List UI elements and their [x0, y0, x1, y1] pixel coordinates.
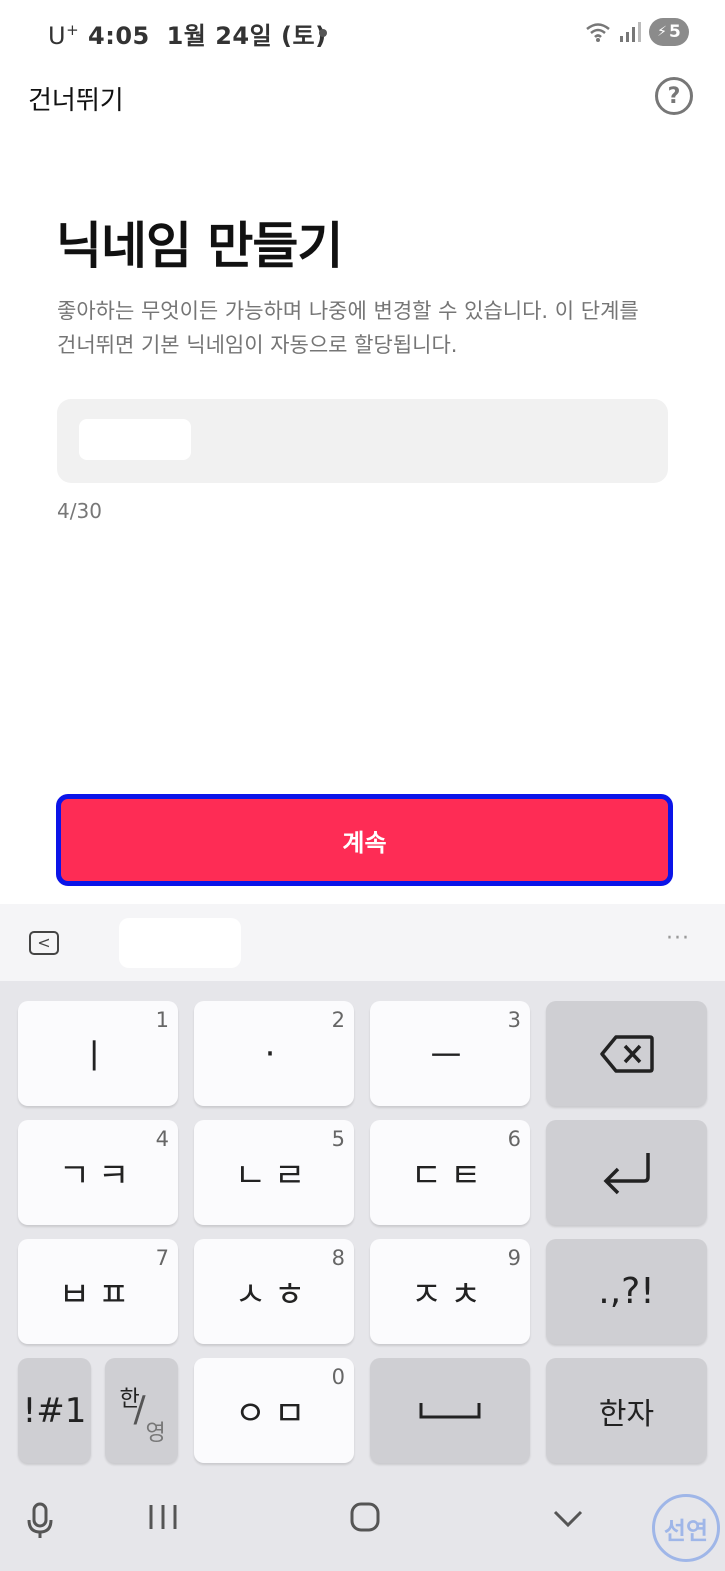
backspace-key[interactable]: [546, 1001, 707, 1106]
watermark-stamp: 선연: [652, 1494, 720, 1562]
skip-button[interactable]: 건너뛰기: [28, 80, 124, 117]
clock: 4:05: [88, 22, 150, 50]
punctuation-key[interactable]: .,?!: [546, 1239, 707, 1344]
key-s-h[interactable]: ㅅㅎ 8: [194, 1239, 354, 1344]
hide-keyboard-icon[interactable]: [553, 1510, 583, 1528]
carrier-label: U+: [48, 21, 80, 50]
key-b-p[interactable]: ㅂㅍ 7: [18, 1239, 178, 1344]
key-n-r[interactable]: ㄴㄹ 5: [194, 1120, 354, 1225]
key-o-m[interactable]: ㅇㅁ 0: [194, 1358, 354, 1463]
hanja-key[interactable]: 한자: [546, 1358, 707, 1463]
nickname-input[interactable]: [57, 399, 668, 483]
page-title: 닉네임 만들기: [56, 217, 343, 275]
keyboard-collapse-icon[interactable]: <: [29, 931, 59, 955]
recent-apps-icon[interactable]: [148, 1502, 178, 1532]
home-icon[interactable]: [350, 1502, 380, 1532]
status-bar: U+ 4:05 1월 24일 (토) ⚡ 5: [0, 0, 725, 66]
enter-key[interactable]: [546, 1120, 707, 1225]
symbols-key[interactable]: !#1: [18, 1358, 91, 1463]
enter-icon: [603, 1152, 650, 1194]
date: 1월 24일 (토): [166, 22, 327, 50]
keyboard-toolbar: < ···: [0, 904, 725, 981]
nickname-value-redacted: [79, 419, 191, 460]
space-icon: [419, 1402, 481, 1418]
status-icons: ⚡ 5: [585, 18, 689, 46]
continue-button[interactable]: 계속: [56, 794, 673, 886]
key-j-ch[interactable]: ㅈㅊ 9: [370, 1239, 530, 1344]
notification-dot-icon: [319, 29, 327, 37]
key-g-k[interactable]: ㄱㅋ 4: [18, 1120, 178, 1225]
suggestion-chip[interactable]: [119, 918, 241, 968]
signal-icon: [620, 22, 641, 42]
key-i[interactable]: ㅣ1: [18, 1001, 178, 1106]
navigation-bar: [0, 1478, 725, 1571]
language-toggle-key[interactable]: 한 / 영: [105, 1358, 178, 1463]
battery-icon: ⚡ 5: [649, 18, 689, 46]
char-counter: 4/30: [57, 499, 102, 523]
key-d-t[interactable]: ㄷㅌ 6: [370, 1120, 530, 1225]
status-time-date: U+ 4:05 1월 24일 (토): [48, 16, 327, 51]
key-eu[interactable]: ㅡ3: [370, 1001, 530, 1106]
space-key[interactable]: [370, 1358, 530, 1463]
backspace-icon: [599, 1034, 654, 1073]
key-dot[interactable]: · 2: [194, 1001, 354, 1106]
mic-icon[interactable]: [26, 1502, 54, 1540]
help-icon[interactable]: ?: [655, 77, 693, 115]
wifi-icon: [586, 23, 610, 42]
page-description: 좋아하는 무엇이든 가능하며 나중에 변경할 수 있습니다. 이 단계를 건너뛰…: [57, 299, 639, 357]
more-options-icon[interactable]: ···: [666, 926, 690, 951]
